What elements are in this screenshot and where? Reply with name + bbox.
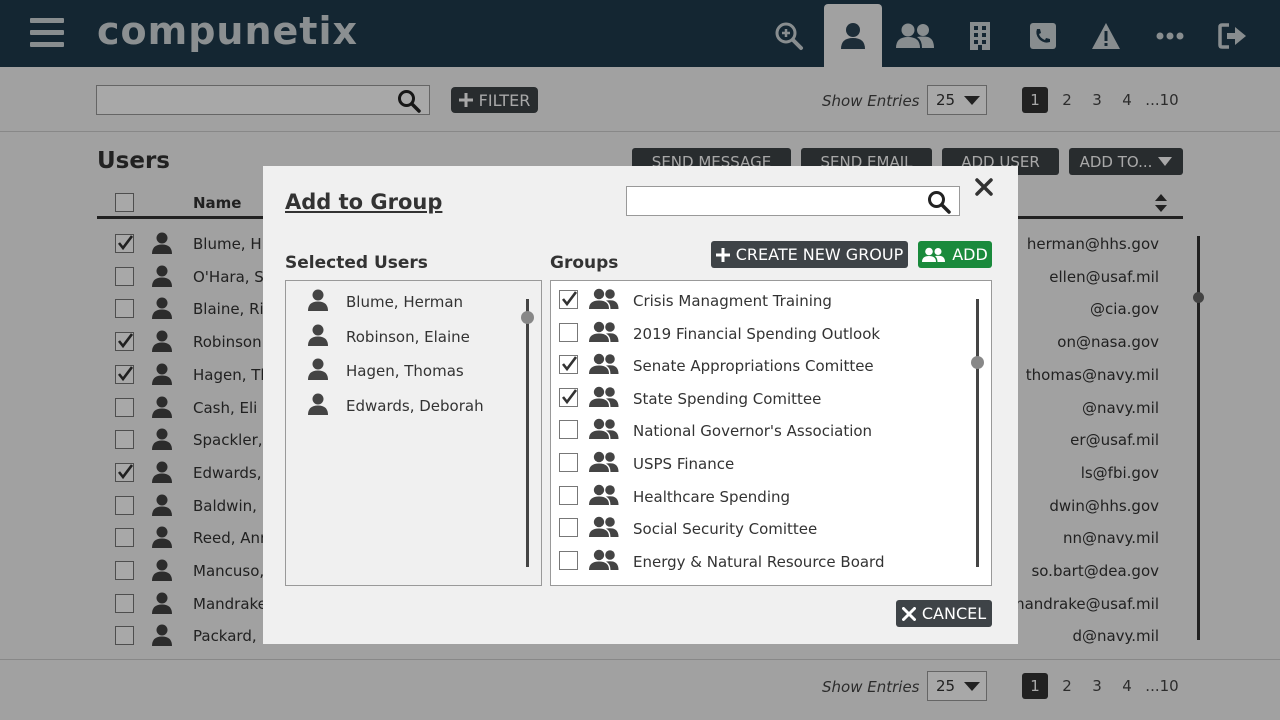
- group-checkbox[interactable]: [559, 453, 578, 472]
- group-checkbox[interactable]: [559, 550, 578, 570]
- modal-title: Add to Group: [285, 190, 443, 214]
- group-search-input[interactable]: [626, 186, 960, 216]
- selected-user-name: Hagen, Thomas: [346, 362, 464, 381]
- group-name: Energy & Natural Resource Board: [633, 552, 885, 571]
- selected-users-scroll-thumb[interactable]: [521, 311, 534, 324]
- selected-user-name: Edwards, Deborah: [346, 397, 484, 416]
- group-item[interactable]: State Spending Comittee: [559, 382, 979, 412]
- groups-list: Crisis Managment Training 2019 Financial …: [550, 280, 992, 586]
- user-icon: [308, 358, 328, 381]
- group-item[interactable]: Senate Appropriations Comittee: [559, 349, 979, 379]
- group-name: Senate Appropriations Comittee: [633, 357, 874, 376]
- group-checkbox[interactable]: [559, 387, 578, 407]
- cancel-button[interactable]: CANCEL: [896, 600, 992, 627]
- search-icon[interactable]: [927, 190, 951, 214]
- create-new-group-button[interactable]: CREATE NEW GROUP: [711, 241, 908, 268]
- users-group-icon: [589, 516, 619, 538]
- users-group-icon: [589, 418, 619, 440]
- selected-users-label: Selected Users: [285, 253, 428, 273]
- users-group-icon: [922, 247, 946, 262]
- groups-label: Groups: [550, 253, 619, 273]
- add-button[interactable]: ADD: [918, 241, 992, 268]
- groups-scrollbar[interactable]: [976, 299, 979, 567]
- group-item[interactable]: Energy & Natural Resource Board: [559, 545, 979, 575]
- selected-users-scrollbar[interactable]: [526, 299, 529, 567]
- group-checkbox[interactable]: [559, 420, 578, 440]
- user-icon: [308, 393, 328, 416]
- check-icon: [561, 389, 577, 404]
- close-icon[interactable]: [975, 178, 993, 196]
- plus-icon: [715, 247, 730, 262]
- check-icon: [561, 356, 577, 372]
- group-name: 2019 Financial Spending Outlook: [633, 324, 881, 343]
- close-icon: [901, 606, 916, 621]
- user-icon: [308, 324, 328, 346]
- group-item[interactable]: Crisis Managment Training: [559, 284, 979, 314]
- users-group-icon: [589, 321, 619, 343]
- users-group-icon: [589, 353, 619, 375]
- group-name: State Spending Comittee: [633, 389, 822, 408]
- group-checkbox[interactable]: [559, 290, 578, 309]
- user-icon: [308, 289, 328, 311]
- users-group-icon: [589, 549, 619, 571]
- group-name: National Governor's Association: [633, 422, 873, 441]
- group-name: Social Security Comittee: [633, 520, 818, 539]
- users-group-icon: [589, 288, 619, 310]
- users-group-icon: [589, 451, 619, 473]
- selected-user-name: Robinson, Elaine: [346, 327, 470, 346]
- group-item[interactable]: Healthcare Spending: [559, 480, 979, 510]
- groups-scroll-thumb[interactable]: [971, 356, 984, 369]
- group-item[interactable]: Social Security Comittee: [559, 512, 979, 542]
- add-to-group-modal: Add to Group Selected Users Groups CREAT…: [263, 166, 1018, 644]
- users-group-icon: [589, 484, 619, 506]
- group-name: Crisis Managment Training: [633, 292, 832, 310]
- group-item[interactable]: USPS Finance: [559, 447, 979, 477]
- check-icon: [561, 291, 577, 307]
- group-checkbox[interactable]: [559, 485, 578, 505]
- selected-users-list: Blume, Herman Robinson, Elaine Hagen, Thom…: [285, 280, 542, 586]
- group-name: Healthcare Spending: [633, 487, 791, 506]
- selected-user-name: Blume, Herman: [346, 293, 464, 311]
- users-group-icon: [589, 386, 619, 408]
- group-checkbox[interactable]: [559, 518, 578, 538]
- group-checkbox[interactable]: [559, 355, 578, 375]
- group-item[interactable]: 2019 Financial Spending Outlook: [559, 317, 979, 347]
- group-checkbox[interactable]: [559, 322, 578, 342]
- group-item[interactable]: National Governor's Association: [559, 414, 979, 444]
- group-name: USPS Finance: [633, 455, 735, 473]
